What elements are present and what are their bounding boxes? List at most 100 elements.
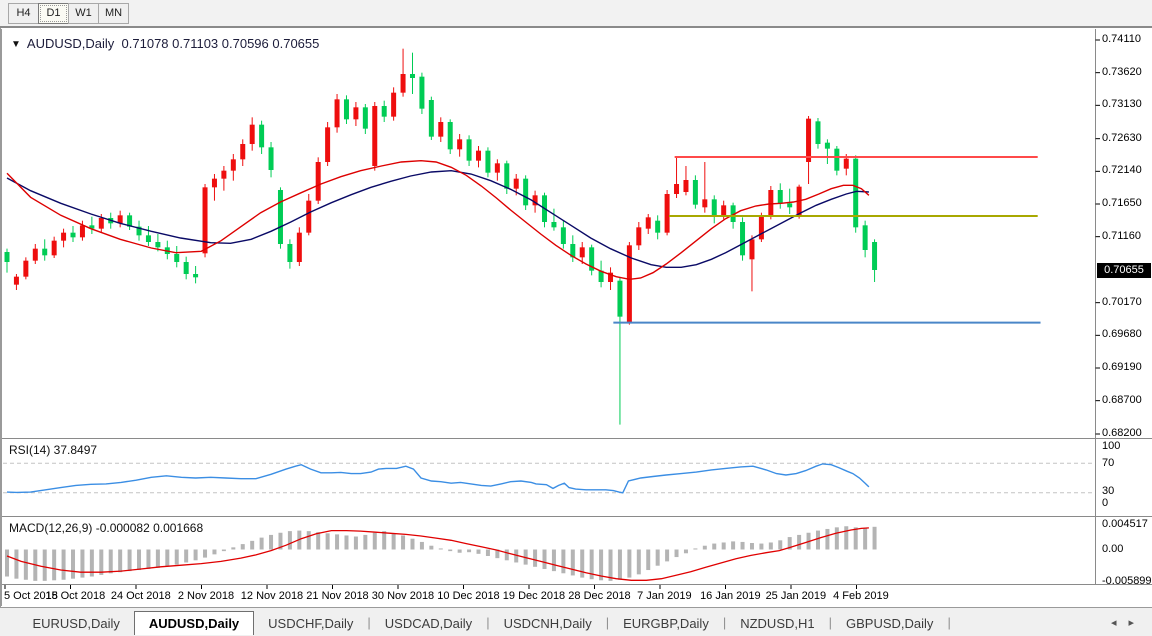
- candlestick: [99, 218, 104, 229]
- tab-gbpusd-daily[interactable]: GBPUSD,Daily: [832, 612, 947, 635]
- macd-histogram-bar: [609, 550, 613, 581]
- macd-histogram-bar: [778, 540, 782, 549]
- timeframe-button-w1[interactable]: W1: [68, 3, 99, 24]
- chart-dropdown-icon: ▼: [11, 39, 21, 50]
- candlestick: [514, 179, 519, 189]
- timeframe-button-h4[interactable]: H4: [8, 3, 39, 24]
- tab-usdcnh-daily[interactable]: USDCNH,Daily: [490, 612, 606, 635]
- candlestick: [636, 227, 641, 245]
- candlestick: [702, 199, 707, 207]
- symbol-ohlc-text: AUDUSD,Daily 0.71078 0.71103 0.70596 0.7…: [27, 36, 319, 51]
- candlestick: [23, 261, 28, 277]
- candlestick: [815, 121, 820, 144]
- rsi-axis-label: 70: [1102, 457, 1114, 469]
- macd-histogram-bar: [656, 550, 660, 566]
- date-axis-label: 19 Dec 2018: [503, 590, 565, 602]
- macd-histogram-bar: [288, 531, 292, 549]
- price-axis-label: 0.70170: [1102, 296, 1142, 308]
- candlestick: [504, 163, 509, 188]
- macd-histogram-bar: [410, 539, 414, 550]
- macd-histogram-bar: [14, 550, 18, 579]
- macd-histogram-bar: [373, 533, 377, 550]
- candlestick: [646, 217, 651, 228]
- candlestick: [363, 107, 368, 128]
- macd-histogram-bar: [759, 544, 763, 550]
- candlestick: [419, 77, 424, 109]
- candlestick: [71, 233, 76, 238]
- macd-histogram-bar: [401, 535, 405, 549]
- macd-axis-label: -0.005899: [1102, 575, 1152, 587]
- candlestick: [429, 100, 434, 137]
- timeframe-toolbar: H4D1W1MN: [0, 0, 1152, 28]
- date-axis-label: 30 Nov 2018: [372, 590, 434, 602]
- candlestick: [250, 125, 255, 144]
- candlestick: [834, 149, 839, 171]
- macd-histogram-bar: [146, 550, 150, 569]
- candlestick: [485, 151, 490, 173]
- macd-histogram-bar: [439, 548, 443, 549]
- date-axis-label: 15 Oct 2018: [45, 590, 105, 602]
- macd-histogram-bar: [684, 550, 688, 554]
- candlestick: [853, 159, 858, 228]
- candlestick: [721, 205, 726, 215]
- rsi-axis-label: 30: [1102, 485, 1114, 497]
- macd-histogram-bar: [448, 550, 452, 552]
- mt4-window: H4D1W1MN ▼ AUDUSD,Daily 0.71078 0.71103 0…: [0, 0, 1152, 636]
- tab-audusd-daily[interactable]: AUDUSD,Daily: [134, 611, 254, 635]
- macd-histogram-bar: [505, 550, 509, 561]
- candlestick: [749, 239, 754, 259]
- tab-eurusd-daily[interactable]: EURUSD,Daily: [18, 612, 133, 635]
- candlestick: [325, 127, 330, 162]
- chart-client-area[interactable]: ▼ AUDUSD,Daily 0.71078 0.71103 0.70596 0.…: [0, 28, 1152, 607]
- macd-histogram-bar: [344, 535, 348, 549]
- tab-usdchf-daily[interactable]: USDCHF,Daily: [254, 612, 367, 635]
- tab-nzdusd-h1[interactable]: NZDUSD,H1: [726, 612, 828, 635]
- candlestick: [806, 119, 811, 162]
- macd-histogram-bar: [637, 550, 641, 575]
- macd-histogram-bar: [99, 550, 103, 575]
- macd-histogram-bar: [844, 526, 848, 549]
- macd-histogram-bar: [722, 542, 726, 549]
- timeframe-button-mn[interactable]: MN: [98, 3, 129, 24]
- macd-histogram-bar: [665, 550, 669, 562]
- macd-histogram-bar: [486, 550, 490, 556]
- price-axis-label: 0.72630: [1102, 132, 1142, 144]
- macd-histogram-bar: [109, 550, 113, 574]
- candlestick: [655, 221, 660, 233]
- candlestick: [14, 277, 19, 285]
- macd-histogram-bar: [326, 533, 330, 549]
- rsi-axis-label: 100: [1102, 440, 1120, 452]
- macd-histogram-bar: [873, 527, 877, 550]
- macd-histogram-bar: [703, 546, 707, 550]
- candlestick: [401, 74, 406, 93]
- macd-histogram-bar: [854, 527, 858, 549]
- candlestick: [863, 225, 868, 250]
- macd-histogram-bar: [222, 550, 226, 552]
- macd-histogram-bar: [203, 550, 207, 558]
- macd-histogram-bar: [618, 550, 622, 580]
- macd-histogram-bar: [835, 527, 839, 549]
- macd-histogram-bar: [307, 531, 311, 549]
- candlestick: [316, 162, 321, 201]
- macd-histogram-bar: [24, 550, 28, 580]
- macd-histogram-bar: [750, 543, 754, 549]
- price-axis-label: 0.72140: [1102, 164, 1142, 176]
- candlestick: [467, 139, 472, 160]
- macd-histogram-bar: [175, 550, 179, 565]
- tab-eurgbp-daily[interactable]: EURGBP,Daily: [609, 612, 723, 635]
- macd-histogram-bar: [156, 550, 160, 568]
- macd-histogram-bar: [392, 533, 396, 549]
- macd-histogram-bar: [382, 531, 386, 549]
- tab-scroll-right-icon[interactable]: ▸: [1128, 617, 1146, 629]
- candlestick: [52, 241, 57, 256]
- candlestick: [551, 222, 556, 227]
- timeframe-button-d1[interactable]: D1: [38, 3, 69, 24]
- macd-histogram-bar: [231, 547, 235, 549]
- macd-histogram-bar: [363, 535, 367, 550]
- candlestick: [231, 159, 236, 170]
- macd-histogram-bar: [241, 544, 245, 549]
- tab-scroll-left-icon[interactable]: ◂: [1111, 617, 1129, 629]
- candlestick: [269, 147, 274, 170]
- tab-usdcad-daily[interactable]: USDCAD,Daily: [371, 612, 486, 635]
- macd-histogram-bar: [825, 529, 829, 550]
